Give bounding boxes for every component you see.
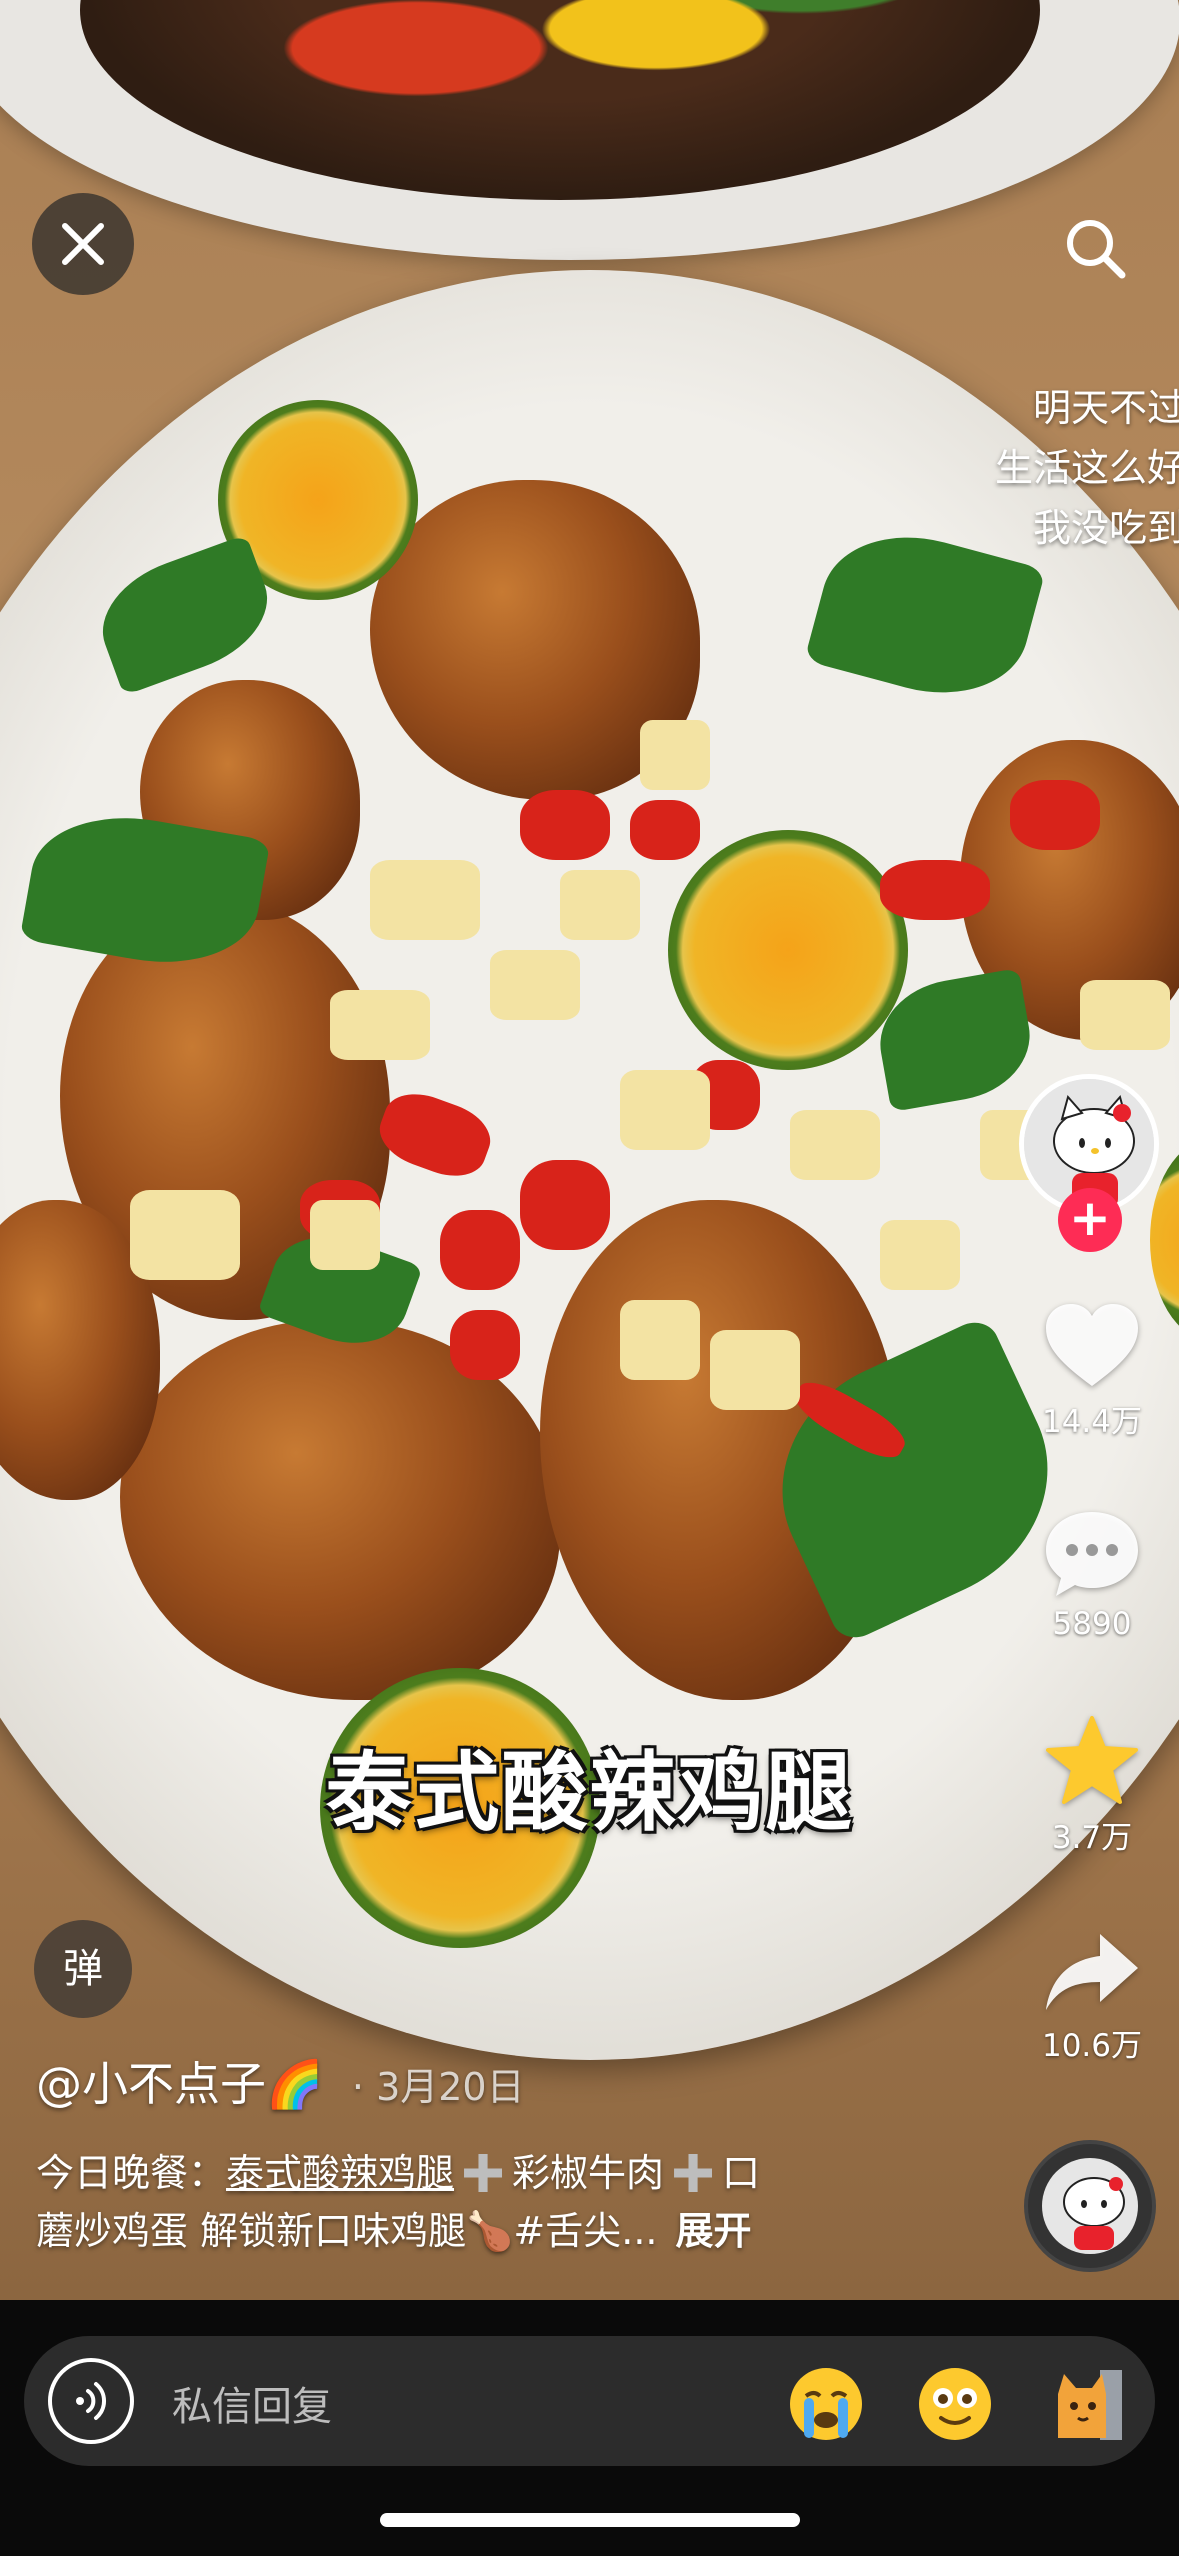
dish-title-caption: 泰式酸辣鸡腿	[325, 1743, 854, 1843]
chili-slice	[880, 860, 990, 920]
share-icon	[1046, 1934, 1138, 2010]
garlic-piece	[490, 950, 580, 1020]
comment-count: 5890	[1052, 1606, 1132, 1642]
overlay-side-caption: 明天不过 生活这么好 我没吃到	[995, 378, 1179, 558]
follow-button[interactable]: +	[1058, 1188, 1122, 1252]
star-icon	[1046, 1716, 1138, 1804]
voice-icon	[76, 2382, 107, 2420]
garlic-piece	[710, 1330, 800, 1410]
heart-icon	[1046, 1304, 1138, 1386]
search-button[interactable]	[1040, 198, 1150, 298]
share-button[interactable]: 10.6万	[1019, 1930, 1165, 2065]
garlic-piece	[370, 860, 480, 940]
voice-button[interactable]	[48, 2358, 134, 2444]
desc-line-2: 蘑炒鸡蛋 解锁新口味鸡腿🍗#舌尖...	[36, 2209, 658, 2253]
lime-half	[668, 830, 908, 1070]
author-name[interactable]: @小不点子🌈	[36, 2057, 323, 2111]
post-date-text: 3月20日	[376, 2065, 525, 2109]
favorite-count: 3.7万	[1051, 1820, 1133, 1856]
comment-icon	[1046, 1512, 1138, 1596]
favorite-button[interactable]: 3.7万	[1019, 1714, 1165, 1857]
search-icon	[1067, 220, 1126, 279]
close-icon	[62, 223, 104, 265]
plus-emoji-icon	[464, 2154, 503, 2192]
garlic-piece	[330, 990, 430, 1060]
garlic-piece	[640, 720, 710, 790]
music-disc[interactable]	[1024, 2140, 1156, 2272]
chili-slice	[450, 1310, 520, 1380]
video-frame[interactable]	[0, 0, 1179, 2300]
reply-placeholder: 私信回复	[172, 2384, 332, 2430]
desc-topic-link[interactable]: 泰式酸辣鸡腿	[226, 2151, 454, 2195]
desc-prefix: 今日晚餐：	[36, 2151, 227, 2195]
garlic-piece	[1080, 980, 1170, 1050]
garlic-piece	[880, 1220, 960, 1290]
home-indicator	[380, 2513, 800, 2527]
music-avatar-icon	[1042, 2158, 1138, 2254]
chili-slice	[630, 800, 700, 860]
garlic-piece	[130, 1190, 240, 1280]
plus-emoji-icon	[674, 2154, 713, 2192]
overlay-line: 明天不过	[1032, 386, 1179, 430]
chili-slice	[440, 1210, 520, 1290]
post-date: · 3月20日	[351, 2065, 525, 2109]
chili-slice	[520, 1160, 610, 1250]
garlic-piece	[620, 1300, 700, 1380]
garlic-piece	[560, 870, 640, 940]
expand-button[interactable]: 展开	[675, 2209, 751, 2253]
like-button[interactable]: 14.4万	[1019, 1300, 1165, 1441]
author-line: @小不点子🌈 · 3月20日	[36, 2048, 525, 2114]
cat-emoji-icon[interactable]	[1048, 2364, 1128, 2444]
desc-mid: 彩椒牛肉	[512, 2151, 665, 2195]
chili-slice	[520, 790, 610, 860]
garlic-piece	[620, 1070, 710, 1150]
crying-emoji-icon[interactable]	[786, 2364, 866, 2444]
chili-slice	[1010, 780, 1100, 850]
danmu-toggle[interactable]: 弹	[34, 1920, 132, 2018]
close-button[interactable]	[32, 193, 134, 295]
share-count: 10.6万	[1041, 2028, 1143, 2064]
comment-button[interactable]: 5890	[1019, 1508, 1165, 1642]
desc-tail: 口	[722, 2151, 761, 2195]
garlic-piece	[310, 1200, 380, 1270]
like-count: 14.4万	[1041, 1404, 1143, 1440]
post-description: 今日晚餐：泰式酸辣鸡腿 彩椒牛肉 口 蘑炒鸡蛋 解锁新口味鸡腿🍗#舌尖... 展开	[36, 2144, 896, 2260]
smiling-emoji-icon[interactable]	[915, 2364, 995, 2444]
garlic-piece	[790, 1110, 880, 1180]
overlay-line: 我没吃到	[1032, 506, 1179, 550]
overlay-line: 生活这么好	[994, 446, 1179, 490]
